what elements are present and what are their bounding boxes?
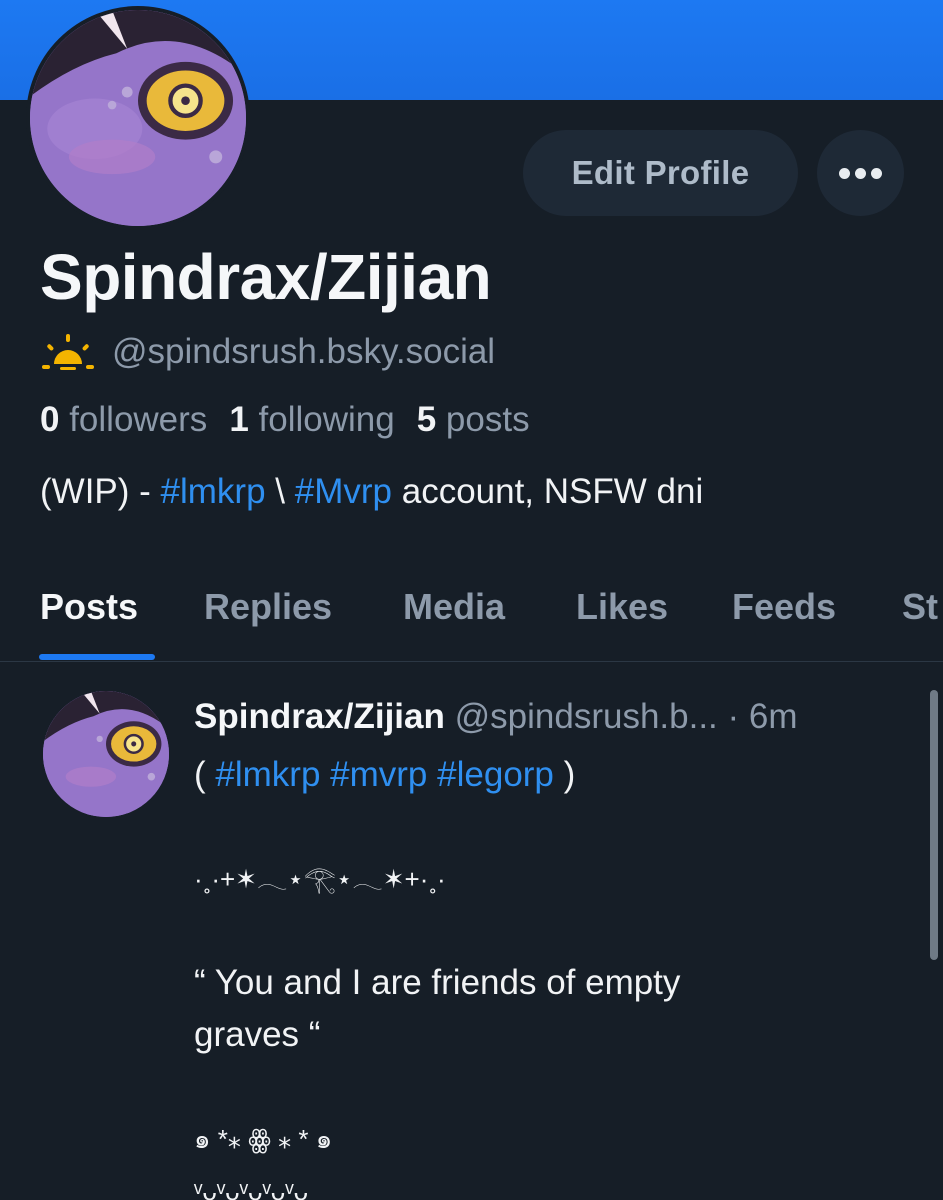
tab-media[interactable]: Media <box>403 586 505 628</box>
post-author-name[interactable]: Spindrax/Zijian <box>194 697 445 736</box>
hashtag-link[interactable]: #legorp <box>437 755 554 794</box>
profile-tabs: Posts Replies Media Likes Feeds St <box>0 580 943 662</box>
post-author-handle[interactable]: @spindsrush.b... <box>455 697 718 736</box>
ellipsis-icon <box>839 167 850 179</box>
following-stat[interactable]: 1 following <box>229 400 394 440</box>
post-timestamp[interactable]: · 6m <box>728 697 798 736</box>
avatar-image <box>43 691 169 817</box>
post-header: Spindrax/Zijian @spindsrush.b... · 6m <box>194 697 798 737</box>
handle-row: @spindsrush.bsky.social <box>40 332 495 372</box>
posts-stat: 5 posts <box>416 400 530 439</box>
profile-display-name: Spindrax/Zijian <box>40 241 492 313</box>
edit-profile-button[interactable]: Edit Profile <box>523 130 798 216</box>
post-text: graves “ <box>194 1015 321 1054</box>
hashtag-link[interactable]: #lmkrp <box>215 755 320 794</box>
tab-likes[interactable]: Likes <box>576 586 668 628</box>
tab-posts[interactable]: Posts <box>40 586 138 628</box>
profile-stats: 0 followers 1 following 5 posts <box>40 400 530 440</box>
sunrise-icon <box>42 334 94 370</box>
hashtag-link[interactable]: #Mvrp <box>295 472 392 511</box>
hashtag-link[interactable]: #lmkrp <box>161 472 266 511</box>
post-tags-line: ( #lmkrp #mvrp #legorp ) <box>194 755 576 794</box>
post-decoration: ·˳·+✶𓂃⋆𓂀⋆𓂃✶+·˳· <box>194 864 446 894</box>
avatar-image <box>30 10 246 226</box>
profile-handle[interactable]: @spindsrush.bsky.social <box>112 332 495 372</box>
tab-feeds[interactable]: Feeds <box>732 586 836 628</box>
scrollbar[interactable] <box>930 690 938 960</box>
post-body: ( #lmkrp #mvrp #legorp ) ·˳·+✶𓂃⋆𓂀⋆𓂃✶+·˳·… <box>194 749 894 1200</box>
post-author-avatar[interactable] <box>43 691 169 817</box>
followers-stat[interactable]: 0 followers <box>40 400 207 440</box>
tab-starter-packs[interactable]: St <box>902 586 938 628</box>
post-decoration: ๑ *⁎ ꙮ ⁎ * ๑ <box>194 1124 333 1154</box>
active-tab-indicator <box>39 654 155 660</box>
more-options-button[interactable] <box>817 130 904 216</box>
post-decoration: ᵛᴗᵛᴗᵛᴗᵛᴗᵛᴗ <box>194 1176 309 1200</box>
hashtag-link[interactable]: #mvrp <box>330 755 427 794</box>
tab-replies[interactable]: Replies <box>204 586 332 628</box>
post-text: “ You and I are friends of empty <box>194 963 681 1002</box>
post-item[interactable]: Spindrax/Zijian @spindsrush.b... · 6m ( … <box>0 663 943 1200</box>
profile-bio: (WIP) - #lmkrp \ #Mvrp account, NSFW dni <box>40 472 704 511</box>
edit-profile-label: Edit Profile <box>571 154 750 191</box>
profile-avatar[interactable] <box>26 6 250 230</box>
